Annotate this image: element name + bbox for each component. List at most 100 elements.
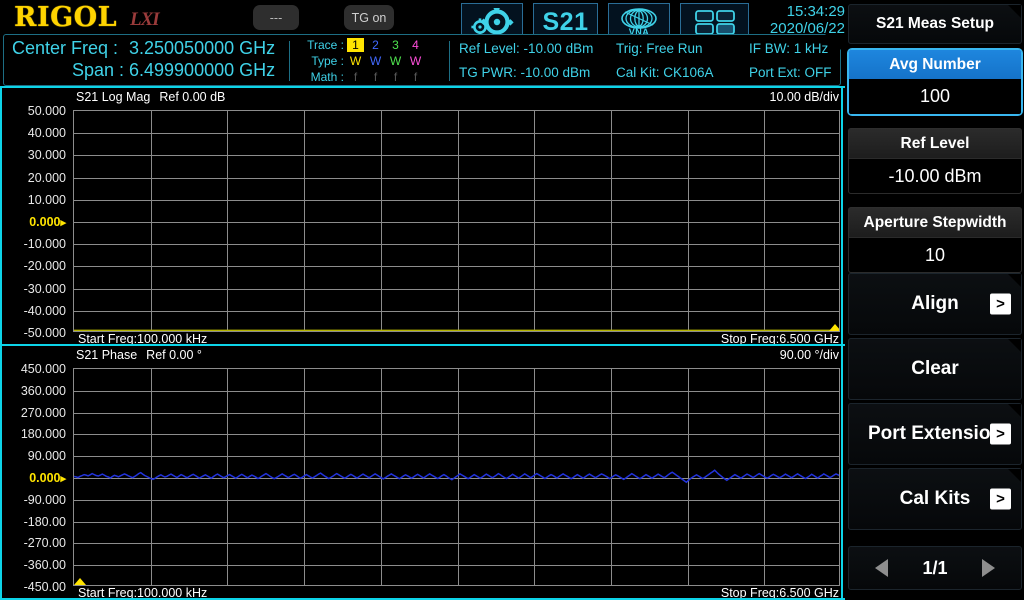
trace-1[interactable]: 1 xyxy=(347,38,364,52)
side-menu-item-align[interactable]: Align > xyxy=(848,273,1022,335)
side-menu-header-label: S21 Meas Setup xyxy=(875,15,995,32)
trace-line xyxy=(74,470,840,482)
y-axis-tick-label: -30.000 xyxy=(23,281,66,296)
side-menu: S21 Meas Setup Avg Number 100 Ref Level -10.… xyxy=(846,0,1024,600)
chevron-right-icon[interactable]: > xyxy=(990,423,1011,445)
divider xyxy=(449,41,450,81)
menu-item-label: Cal Kits xyxy=(899,488,971,509)
trace-layer xyxy=(74,111,840,331)
corner-notch xyxy=(1008,79,1021,92)
log-mag-scale: 10.00 dB/div xyxy=(769,90,840,104)
type-4: W xyxy=(409,54,422,68)
side-menu-item-cal-kits[interactable]: Cal Kits > xyxy=(848,468,1022,530)
menu-item-label: Clear xyxy=(911,358,959,379)
triangle-right-icon[interactable] xyxy=(981,559,995,577)
math-4: f xyxy=(413,70,418,84)
corner-notch xyxy=(1008,404,1021,417)
right-border xyxy=(841,86,843,600)
log-mag-title: S21 Log Mag Ref 0.00 dB xyxy=(76,90,225,104)
corner-notch xyxy=(1008,238,1021,251)
chevron-right-icon[interactable]: > xyxy=(990,293,1011,315)
left-border xyxy=(0,86,2,600)
trigger-status-column: Trig: Free Run Cal Kit: CK106A xyxy=(616,37,714,85)
y-axis-tick-label: 10.000 xyxy=(27,192,66,207)
menu-item-value[interactable]: 10 xyxy=(925,245,945,266)
type-1: W xyxy=(349,54,362,68)
chevron-right-icon[interactable]: > xyxy=(990,488,1011,510)
clock: 15:34:29 2020/06/22 xyxy=(760,3,845,37)
y-axis-tick-label: 90.000 xyxy=(27,449,66,464)
corner-notch xyxy=(1008,469,1021,482)
trace-layer xyxy=(74,369,840,585)
phase-plot-area[interactable] xyxy=(73,368,840,586)
y-axis-tick-label: -360.00 xyxy=(23,558,66,573)
math-row: Math : f f f f xyxy=(300,69,424,85)
side-menu-item-avg-number[interactable]: Avg Number 100 xyxy=(848,49,1022,115)
y-axis-tick-label: -10.000 xyxy=(23,237,66,252)
reference-marker-icon: ▸ xyxy=(60,217,66,229)
level-status-column: Ref Level: -10.00 dBm TG PWR: -10.00 dBm xyxy=(459,37,593,85)
menu-item-label: Port Extension xyxy=(867,423,1003,444)
side-menu-item-ref-level[interactable]: Ref Level -10.00 dBm xyxy=(848,128,1022,194)
tg-on-button[interactable]: TG on xyxy=(344,5,394,30)
menu-item-value[interactable]: 100 xyxy=(920,86,950,107)
y-axis-tick-label: 360.000 xyxy=(20,383,66,398)
type-row: Type : W W W W xyxy=(300,53,424,69)
corner-notch xyxy=(1008,339,1021,352)
span-label: Span : xyxy=(71,60,124,80)
menu-item-label: Aperture Stepwidth xyxy=(863,213,1007,231)
menu-item-label: Avg Number xyxy=(889,55,981,73)
math-1: f xyxy=(353,70,358,84)
y-axis-tick-label: -50.000 xyxy=(23,326,66,340)
type-2: W xyxy=(369,54,382,68)
y-axis-tick-label: -270.00 xyxy=(23,536,66,551)
menu-item-value[interactable]: -10.00 dBm xyxy=(888,166,981,187)
phase-chart[interactable]: S21 Phase Ref 0.00 ° 90.00 °/div 450.000 3… xyxy=(0,346,845,600)
log-mag-plot-area[interactable] xyxy=(73,110,840,332)
y-axis-tick-label: 450.000 xyxy=(20,362,66,376)
phase-scale: 90.00 °/div xyxy=(779,348,839,362)
y-axis-tick-label: -180.00 xyxy=(23,514,66,529)
y-axis-tick-label: -20.000 xyxy=(23,259,66,274)
side-menu-item-aperture-stepwidth[interactable]: Aperture Stepwidth 10 xyxy=(848,207,1022,273)
trace-3[interactable]: 3 xyxy=(387,38,404,52)
corner-notch xyxy=(1008,159,1021,172)
y-axis-tick-label: -90.000 xyxy=(23,492,66,507)
trigger-status: Trig: Free Run xyxy=(616,41,703,56)
rigol-logo: RIGOL xyxy=(14,2,118,33)
phase-title-text: S21 Phase xyxy=(76,348,138,362)
menu-item-label: Ref Level xyxy=(900,134,970,152)
marker-triangle-icon[interactable] xyxy=(74,578,86,585)
ref-level-status: Ref Level: -10.00 dBm xyxy=(459,41,594,56)
top-chart-border xyxy=(0,86,845,88)
vna-screen: RIGOL LXI --- TG on S21 VNA 15:34:29 202… xyxy=(0,0,1024,600)
y-axis-tick-label: 270.000 xyxy=(20,405,66,420)
math-3: f xyxy=(393,70,398,84)
log-mag-chart[interactable]: S21 Log Mag Ref 0.00 dB 10.00 dB/div 50.0… xyxy=(0,88,845,346)
dash-status-button[interactable]: --- xyxy=(253,5,299,30)
y-axis-tick-label: 0.000▸ xyxy=(29,215,66,229)
y-axis-tick-label: 40.000 xyxy=(27,126,66,141)
trace-2[interactable]: 2 xyxy=(367,38,384,52)
port-ext-status: Port Ext: OFF xyxy=(749,65,832,80)
side-menu-item-clear[interactable]: Clear xyxy=(848,338,1022,400)
y-axis-tick-label: -450.00 xyxy=(23,580,66,594)
clock-time: 15:34:29 xyxy=(786,3,845,20)
corner-notch xyxy=(1008,274,1021,287)
y-axis-tick-label: -40.000 xyxy=(23,303,66,318)
center-freq-value[interactable]: 3.250050000 GHz xyxy=(129,38,275,59)
trace-4[interactable]: 4 xyxy=(407,38,424,52)
y-axis-tick-label: 180.000 xyxy=(20,427,66,442)
info-band: Center Freq : 3.250050000 GHz Span : 6.4… xyxy=(3,34,841,86)
y-axis-tick-label: 50.000 xyxy=(27,104,66,118)
side-menu-item-port-extension[interactable]: Port Extension > xyxy=(848,403,1022,465)
y-axis-tick-label: 30.000 xyxy=(27,148,66,163)
triangle-left-icon[interactable] xyxy=(875,559,889,577)
math-2: f xyxy=(373,70,378,84)
span-value[interactable]: 6.499900000 GHz xyxy=(129,60,275,81)
marker-triangle-icon[interactable] xyxy=(829,324,839,331)
trace-row: Trace : 1 2 3 4 xyxy=(300,37,424,53)
type-3: W xyxy=(389,54,402,68)
corner-notch xyxy=(1008,5,1021,18)
reference-marker-icon: ▸ xyxy=(60,473,66,485)
